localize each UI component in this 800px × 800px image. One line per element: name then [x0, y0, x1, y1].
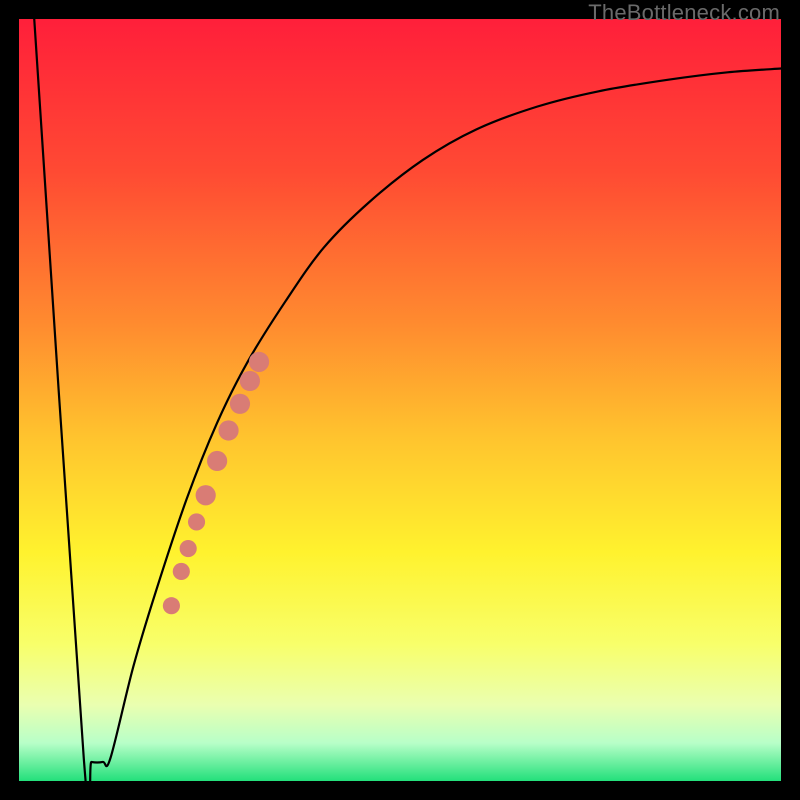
highlight-dot — [240, 371, 260, 391]
watermark-text: TheBottleneck.com — [588, 0, 780, 26]
chart-plot-area — [19, 19, 781, 781]
highlight-dot — [230, 394, 250, 414]
highlight-dot — [207, 451, 227, 471]
highlight-dot — [173, 563, 190, 580]
highlight-dot — [163, 597, 180, 614]
highlight-dot — [218, 420, 238, 440]
highlight-dot — [188, 513, 205, 530]
highlight-dot — [196, 485, 216, 505]
highlight-dot — [180, 540, 197, 557]
chart-svg — [19, 19, 781, 781]
highlight-dot — [249, 352, 269, 372]
